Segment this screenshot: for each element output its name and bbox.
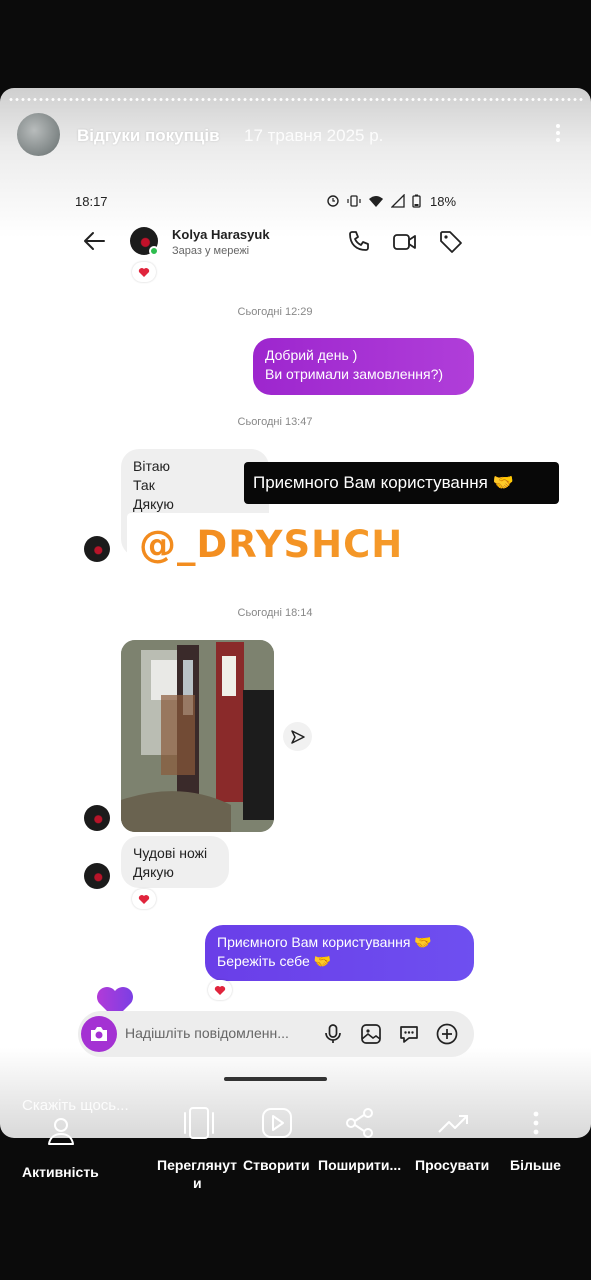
vibrate-icon bbox=[347, 195, 361, 207]
status-time: 18:17 bbox=[75, 194, 108, 209]
incoming-message[interactable]: Чудові ножі Дякую bbox=[121, 836, 229, 888]
back-arrow-icon[interactable] bbox=[82, 230, 106, 252]
activity-icon[interactable] bbox=[44, 1113, 80, 1149]
message-line: Бережіть себе 🤝 bbox=[217, 953, 332, 969]
message-line: Дякую bbox=[133, 864, 174, 880]
story-card: Відгуки покупців 17 травня 2025 р. 18:17… bbox=[0, 88, 591, 1138]
share-icon[interactable] bbox=[343, 1106, 377, 1140]
message-timestamp: Сьогодні 12:29 bbox=[237, 306, 313, 318]
camera-icon bbox=[91, 1027, 107, 1041]
reaction-heart[interactable] bbox=[132, 889, 156, 909]
story-reply-placeholder[interactable]: Скажіть щось... bbox=[22, 1097, 129, 1114]
photo-message[interactable] bbox=[121, 640, 274, 832]
threads-mention-sticker[interactable]: @_DRYSHCH bbox=[127, 513, 402, 575]
message-timestamp: Сьогодні 18:14 bbox=[237, 607, 313, 619]
reaction-heart[interactable] bbox=[132, 262, 156, 282]
activity-label[interactable]: Активність bbox=[22, 1164, 99, 1180]
online-indicator bbox=[149, 246, 159, 256]
story-caption-sticker[interactable]: Приємного Вам користування 🤝 bbox=[244, 462, 559, 504]
story-date: 17 травня 2025 р. bbox=[244, 126, 384, 145]
chat-contact-name[interactable]: Kolya Harasyuk bbox=[172, 227, 270, 242]
forward-button[interactable] bbox=[283, 722, 312, 751]
status-icons bbox=[326, 193, 421, 209]
heart-icon bbox=[138, 267, 150, 277]
outgoing-message[interactable]: Приємного Вам користування 🤝 Бережіть се… bbox=[205, 925, 474, 981]
view-label[interactable]: Переглянут bbox=[157, 1157, 237, 1173]
tag-icon[interactable] bbox=[438, 229, 464, 255]
heart-icon bbox=[138, 894, 150, 904]
reaction-heart[interactable] bbox=[208, 980, 232, 1000]
outgoing-message[interactable]: Добрий день ) Ви отримали замовлення?) bbox=[253, 338, 474, 395]
alarm-icon bbox=[327, 195, 339, 207]
message-line: Дякую bbox=[133, 496, 174, 512]
message-line: Так bbox=[133, 477, 155, 493]
mic-icon[interactable] bbox=[321, 1022, 345, 1046]
story-avatar[interactable] bbox=[17, 113, 60, 156]
message-line: Ви отримали замовлення?) bbox=[265, 366, 444, 382]
view-label-wrap[interactable]: и bbox=[193, 1175, 202, 1191]
message-line: Чудові ножі bbox=[133, 845, 208, 861]
message-line: Приємного Вам користування 🤝 bbox=[217, 934, 432, 950]
heart-icon bbox=[214, 985, 226, 995]
battery-icon bbox=[412, 194, 421, 208]
wifi-icon bbox=[369, 196, 383, 207]
sticker-icon[interactable] bbox=[397, 1022, 421, 1046]
signal-icon bbox=[391, 194, 405, 208]
phone-icon[interactable] bbox=[346, 229, 372, 255]
more-label[interactable]: Більше bbox=[510, 1157, 561, 1173]
message-line: Добрий день ) bbox=[265, 347, 358, 363]
plus-icon[interactable] bbox=[435, 1022, 459, 1046]
sender-avatar[interactable] bbox=[84, 863, 110, 889]
sender-avatar[interactable] bbox=[84, 536, 110, 562]
story-progress-bar bbox=[8, 98, 583, 101]
home-indicator bbox=[224, 1077, 327, 1081]
chat-contact-status: Зараз у мережі bbox=[172, 245, 250, 257]
video-icon[interactable] bbox=[392, 229, 418, 255]
message-timestamp: Сьогодні 13:47 bbox=[237, 416, 313, 428]
threads-handle: @_DRYSHCH bbox=[139, 522, 404, 566]
knives-photo bbox=[121, 640, 274, 832]
promote-icon[interactable] bbox=[437, 1110, 471, 1136]
view-icon[interactable] bbox=[181, 1106, 217, 1140]
share-label[interactable]: Поширити... bbox=[318, 1157, 401, 1173]
share-arrow-icon bbox=[290, 729, 305, 744]
create-label[interactable]: Створити bbox=[243, 1157, 310, 1173]
battery-percent: 18% bbox=[430, 194, 457, 209]
gallery-icon[interactable] bbox=[359, 1022, 383, 1046]
more-icon[interactable] bbox=[528, 1110, 544, 1136]
message-line: Вітаю bbox=[133, 458, 170, 474]
promote-label[interactable]: Просувати bbox=[415, 1157, 489, 1173]
message-input[interactable] bbox=[125, 1025, 315, 1041]
sender-avatar[interactable] bbox=[84, 805, 110, 831]
message-composer bbox=[78, 1011, 474, 1057]
story-title[interactable]: Відгуки покупців bbox=[77, 126, 220, 146]
camera-button[interactable] bbox=[81, 1016, 117, 1052]
create-icon[interactable] bbox=[260, 1106, 294, 1140]
story-more-icon[interactable] bbox=[549, 122, 567, 144]
